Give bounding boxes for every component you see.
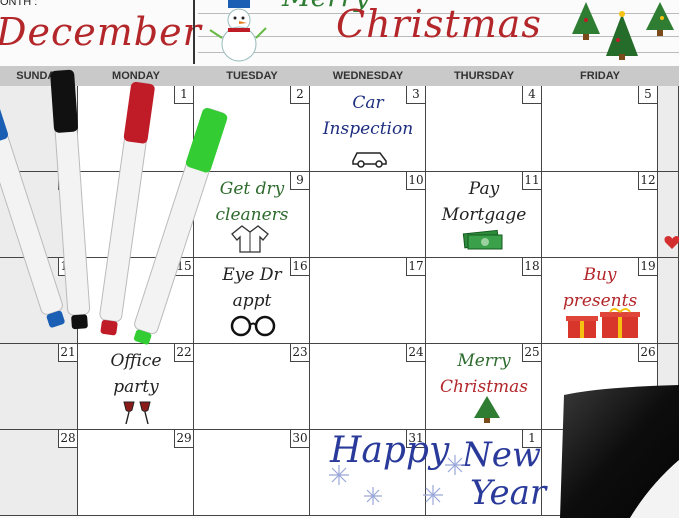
note-merry-christmas: Merry Christmas bbox=[426, 348, 542, 400]
day-number: 18 bbox=[522, 258, 541, 276]
day-cell[interactable]: 5 bbox=[542, 86, 658, 172]
day-cell[interactable]: 17 bbox=[310, 258, 426, 344]
day-cell[interactable] bbox=[658, 258, 679, 344]
note-line: Merry bbox=[457, 351, 511, 371]
heart-icon bbox=[664, 236, 679, 249]
weekday-header bbox=[658, 66, 679, 86]
tree-icon bbox=[474, 396, 500, 423]
day-cell[interactable]: 23 bbox=[194, 344, 310, 430]
wine-glasses-icon bbox=[123, 401, 151, 425]
day-number: 23 bbox=[290, 344, 309, 362]
note-line: Buy bbox=[583, 265, 617, 285]
money-icon bbox=[462, 229, 503, 250]
note-car-inspection: Car Inspection bbox=[310, 90, 426, 142]
day-cell[interactable]: 21 bbox=[0, 344, 78, 430]
weekday-header: THURSDAY bbox=[426, 66, 543, 86]
note-line: Pay bbox=[468, 179, 500, 199]
day-cell[interactable]: 29 bbox=[78, 430, 194, 516]
day-cell[interactable]: 4 bbox=[426, 86, 542, 172]
day-number: 5 bbox=[638, 86, 657, 104]
day-cell[interactable]: 10 bbox=[310, 172, 426, 258]
day-cell[interactable]: 30 bbox=[194, 430, 310, 516]
day-cell[interactable] bbox=[658, 86, 679, 172]
markers-group bbox=[0, 69, 228, 345]
calendar-board: ONTH : December Merry Christmas SUNDAY M… bbox=[0, 0, 679, 518]
day-number: 26 bbox=[638, 344, 657, 362]
day-cell[interactable]: 28 bbox=[0, 430, 78, 516]
day-number: 10 bbox=[406, 172, 425, 190]
magnet-corner[interactable] bbox=[560, 385, 679, 518]
day-number: 17 bbox=[406, 258, 425, 276]
presents-icon bbox=[566, 308, 640, 338]
note-office-party: Office party bbox=[78, 348, 194, 400]
note-line: party bbox=[113, 377, 159, 397]
note-pay-mortgage: Pay Mortgage bbox=[426, 176, 542, 228]
day-cell[interactable]: 18 bbox=[426, 258, 542, 344]
day-number: 30 bbox=[290, 430, 309, 448]
note-line: Inspection bbox=[322, 119, 414, 139]
note-line: Office bbox=[110, 351, 162, 371]
day-number: 28 bbox=[58, 430, 77, 448]
day-number: 4 bbox=[522, 86, 541, 104]
weekday-header: WEDNESDAY bbox=[310, 66, 427, 86]
day-number: 21 bbox=[58, 344, 77, 362]
note-buy-presents: Buy presents bbox=[542, 262, 658, 314]
note-line: Mortgage bbox=[441, 205, 527, 225]
snowflakes-icon bbox=[329, 455, 465, 505]
day-number: 12 bbox=[638, 172, 657, 190]
weekday-header: FRIDAY bbox=[542, 66, 659, 86]
day-number: 2 bbox=[290, 86, 309, 104]
title-christmas: Christmas bbox=[336, 2, 542, 46]
day-cell[interactable]: 12 bbox=[542, 172, 658, 258]
christmas-trees-icon bbox=[572, 2, 674, 60]
note-line: Car bbox=[352, 93, 384, 113]
day-number: 24 bbox=[406, 344, 425, 362]
car-icon bbox=[352, 152, 387, 168]
day-number: 29 bbox=[174, 430, 193, 448]
day-cell[interactable]: 24 bbox=[310, 344, 426, 430]
